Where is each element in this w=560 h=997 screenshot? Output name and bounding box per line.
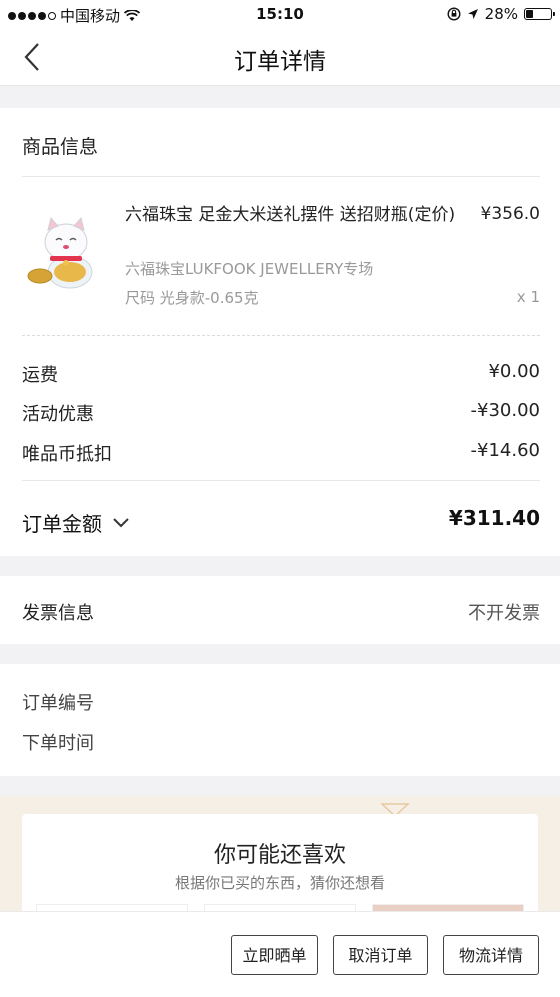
dashed-divider (22, 335, 540, 336)
invoice-value: 不开发票 (468, 603, 540, 624)
chevron-down-icon (113, 517, 129, 527)
fee-label: 唯品币抵扣 (22, 444, 112, 465)
goods-section-title: 商品信息 (22, 136, 99, 158)
recommendation-subtitle: 根据你已买的东西，猜你还想看 (174, 874, 385, 892)
order-number-label: 订单编号 (22, 693, 94, 714)
goods-card: 商品信息 六福珠宝 足金大米送礼摆件 送招财瓶(定价) ¥356.0 六福珠宝L… (0, 108, 560, 556)
invoice-card[interactable]: 发票信息 不开发票 (0, 576, 560, 644)
order-total-value: ¥311.40 (448, 506, 540, 530)
location-arrow-icon (467, 9, 478, 19)
product-image[interactable] (20, 210, 104, 294)
fee-row-shipping: 运费 ¥0.00 (22, 361, 540, 387)
fee-label: 运费 (22, 365, 58, 386)
orientation-lock-icon (447, 7, 461, 21)
product-price: ¥356.0 (480, 204, 540, 224)
fee-value: ¥0.00 (488, 361, 540, 382)
divider (22, 176, 540, 177)
divider (22, 480, 540, 481)
recommendation-title: 你可能还喜欢 (213, 843, 346, 868)
product-spec: 尺码 光身款-0.65克 (125, 289, 259, 307)
product-quantity: x 1 (516, 288, 540, 306)
bottom-action-bar: 立即晒单 取消订单 物流详情 (0, 911, 560, 997)
order-info-card: 订单编号 下单时间 (0, 664, 560, 776)
status-bar: 中国移动 15:10 28% (0, 0, 560, 28)
fee-label: 活动优惠 (22, 404, 94, 425)
order-total-toggle[interactable]: 订单金额 (22, 508, 130, 537)
battery-icon (524, 8, 555, 20)
product-name[interactable]: 六福珠宝 足金大米送礼摆件 送招财瓶(定价) (125, 204, 460, 227)
fee-value: -¥30.00 (470, 400, 540, 421)
fee-row-discount: 活动优惠 -¥30.00 (22, 400, 540, 426)
share-order-button[interactable]: 立即晒单 (231, 935, 318, 975)
order-total-label: 订单金额 (22, 512, 102, 536)
fee-value: -¥14.60 (470, 440, 540, 461)
page-title: 订单详情 (234, 49, 326, 75)
cancel-order-button[interactable]: 取消订单 (333, 935, 428, 975)
invoice-label: 发票信息 (22, 603, 94, 624)
fee-row-coin-deduction: 唯品币抵扣 -¥14.60 (22, 440, 540, 466)
nav-bar: 订单详情 (0, 28, 560, 86)
product-store[interactable]: 六福珠宝LUKFOOK JEWELLERY专场 (125, 258, 373, 279)
logistics-details-button[interactable]: 物流详情 (443, 935, 539, 975)
battery-percent: 28% (484, 5, 518, 23)
order-time-label: 下单时间 (22, 733, 94, 754)
status-right: 28% (447, 5, 555, 23)
